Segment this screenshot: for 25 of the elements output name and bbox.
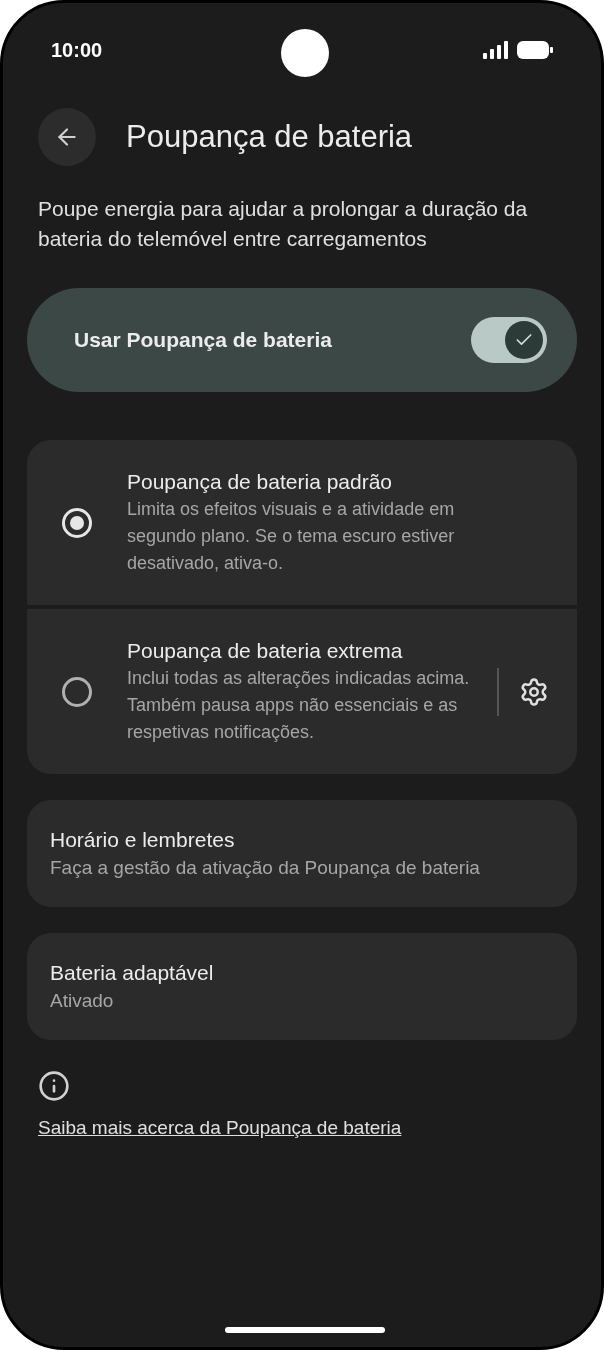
item-subtitle: Ativado — [50, 989, 115, 1013]
settings-item[interactable]: Horário e lembretes Faça a gestão da ativação da Poupança de bateria — [27, 800, 577, 907]
toggle-switch[interactable] — [471, 317, 547, 363]
settings-item[interactable]: Bateria adaptável Ativado — [27, 933, 577, 1040]
settings-icon[interactable] — [519, 676, 549, 707]
mode-option[interactable]: Poupança de bateria extrema Inclui todas as alterações indicadas acima. Também pausa apps não essenciais e as respetivas notificações. — [27, 609, 577, 774]
battery-icon — [517, 41, 553, 59]
page-description: Poupe energia para ajudar a prolongar a duração da bateria do telemóvel entre carregamentos — [37, 196, 529, 252]
mode-description: Inclui todas as alterações indicadas acima. Também pausa apps não essenciais e as respetivas notificações. — [127, 667, 471, 744]
item-title: Bateria adaptável — [50, 960, 215, 986]
mode-title: Poupança de bateria extrema — [127, 638, 404, 664]
camera-cutout — [281, 29, 329, 77]
item-subtitle: Faça a gestão da ativação da Poupança de bateria — [50, 856, 481, 880]
master-switch-card[interactable]: Usar Poupança de bateria — [27, 288, 577, 392]
master-switch-label: Usar Poupança de bateria — [74, 327, 332, 354]
mode-description: Limita os efeitos visuais e a atividade em segundo plano. Se o tema escuro estiver desativado, ativa-o. — [127, 498, 456, 575]
learn-more-link[interactable]: Saiba mais acerca da Poupança de bateria — [38, 1114, 402, 1143]
info-icon — [38, 1070, 70, 1102]
radio-button[interactable] — [62, 676, 92, 707]
signal-icon — [483, 41, 509, 59]
item-title: Horário e lembretes — [50, 827, 236, 853]
mode-option[interactable]: Poupança de bateria padrão Limita os efeitos visuais e a atividade em segundo plano. Se o tema escuro estiver desativado, ativa-o. — [27, 440, 577, 605]
page-title: Poupança de bateria — [126, 117, 413, 156]
status-time: 10:00 — [51, 38, 103, 63]
mode-title: Poupança de bateria padrão — [127, 469, 394, 495]
